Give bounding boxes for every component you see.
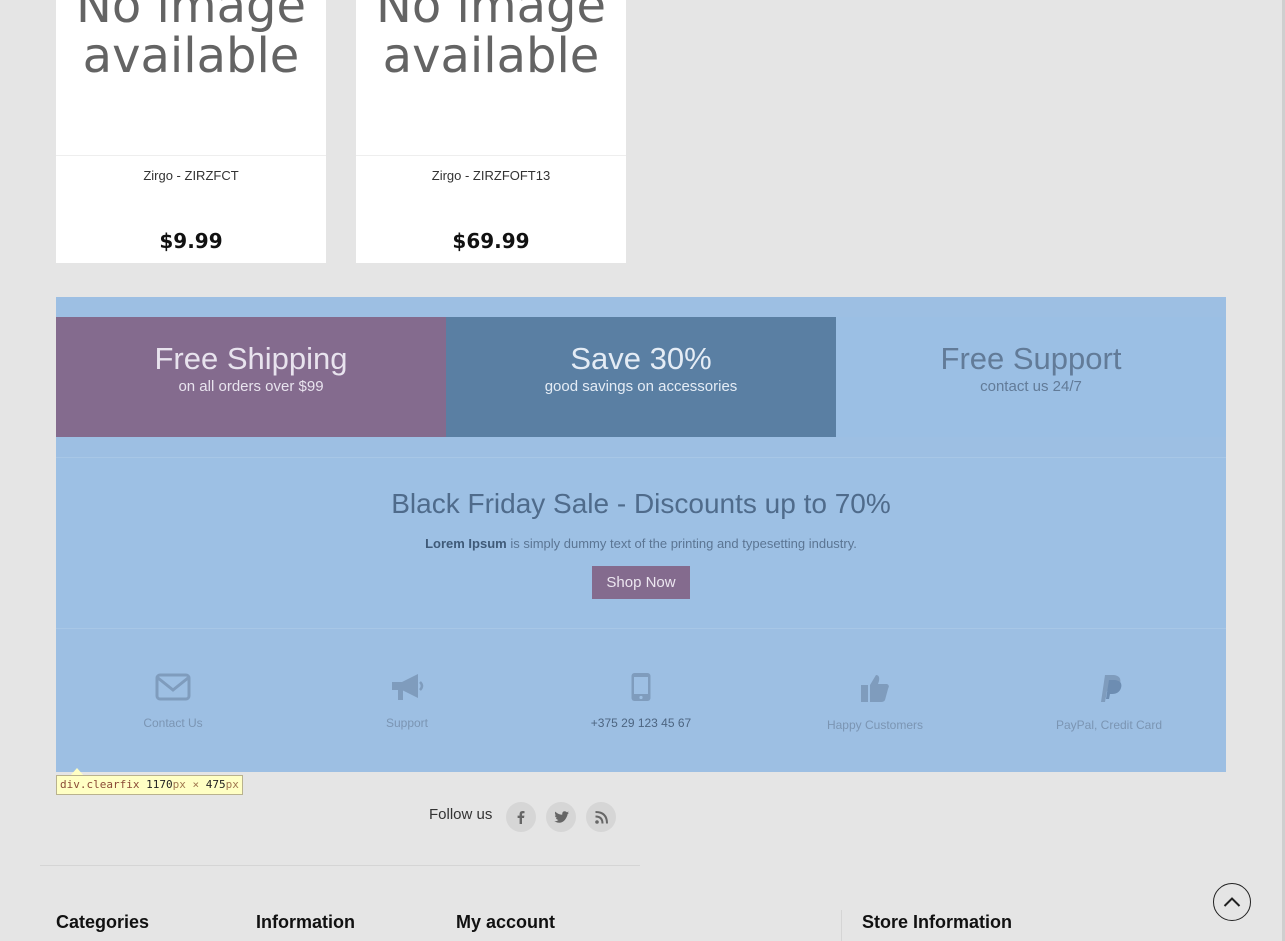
feature-happy-customers[interactable]: Happy Customers [758, 672, 992, 732]
product-image-placeholder[interactable]: No image available [56, 0, 326, 81]
paypal-icon [1101, 675, 1122, 702]
card-divider [56, 155, 326, 156]
feature-label: Support [385, 716, 429, 730]
feature-label: +375 29 123 45 67 [590, 716, 692, 730]
banner-title: Free Shipping [154, 341, 348, 376]
free-support-banner[interactable]: Free Support contact us 24/7 [836, 317, 1226, 437]
envelope-icon [155, 673, 191, 701]
feature-payment[interactable]: PayPal, Credit Card [992, 672, 1226, 732]
facebook-link[interactable] [506, 802, 536, 832]
twitter-link[interactable] [546, 802, 576, 832]
feature-label: Contact Us [143, 716, 203, 730]
footer-column-divider [841, 910, 842, 941]
card-divider [356, 155, 626, 156]
banner-subtitle: contact us 24/7 [980, 378, 1082, 395]
product-price: $9.99 [159, 229, 223, 253]
product-card[interactable]: No image available Zirgo - ZIRZFOFT13 $6… [356, 0, 626, 263]
shop-now-button[interactable]: Shop Now [592, 566, 690, 599]
footer-heading-my-account: My account [456, 912, 556, 932]
product-card[interactable]: No image available Zirgo - ZIRZFCT $9.99 [56, 0, 326, 263]
banner-subtitle: on all orders over $99 [178, 378, 324, 395]
sale-block: Black Friday Sale - Discounts up to 70% … [56, 457, 1226, 629]
banner-title: Save 30% [570, 341, 712, 376]
footer-divider [40, 865, 640, 866]
sale-title: Black Friday Sale - Discounts up to 70% [391, 488, 891, 519]
twitter-icon [553, 810, 569, 823]
footer-heading-information: Information [256, 912, 355, 932]
inspector-tooltip: div.clearfix 1170px × 475px [56, 775, 243, 795]
scroll-to-top-button[interactable] [1213, 883, 1251, 921]
mobile-phone-icon [631, 673, 651, 701]
product-name[interactable]: Zirgo - ZIRZFOFT13 [356, 168, 626, 183]
footer-heading-store-information: Store Information [862, 912, 1013, 932]
feature-label: Happy Customers [826, 718, 924, 732]
follow-us-label: Follow us [429, 806, 493, 823]
feature-support[interactable]: Support [290, 672, 524, 730]
banner-title: Free Support [940, 341, 1122, 376]
product-price: $69.99 [452, 229, 530, 253]
thumbs-up-icon [861, 675, 889, 702]
facebook-icon [517, 811, 525, 824]
rss-link[interactable] [586, 802, 616, 832]
sale-description-bold: Lorem Ipsum [425, 536, 507, 551]
feature-contact-us[interactable]: Contact Us [56, 672, 290, 730]
sale-description: Lorem Ipsum is simply dummy text of the … [56, 536, 1226, 551]
save-30-banner[interactable]: Save 30% good savings on accessories [446, 317, 836, 437]
product-name[interactable]: Zirgo - ZIRZFCT [56, 168, 326, 183]
feature-label: PayPal, Credit Card [1055, 718, 1163, 732]
free-shipping-banner[interactable]: Free Shipping on all orders over $99 [56, 317, 446, 437]
rss-icon [594, 810, 608, 824]
feature-phone[interactable]: +375 29 123 45 67 [524, 672, 758, 730]
megaphone-icon [392, 674, 424, 700]
footer-heading-categories: Categories [56, 912, 150, 932]
chevron-up-icon [1223, 897, 1241, 907]
product-image-placeholder[interactable]: No image available [356, 0, 626, 81]
promo-section: Free Shipping on all orders over $99 Sav… [56, 297, 1226, 772]
sale-description-rest: is simply dummy text of the printing and… [506, 536, 857, 551]
banner-subtitle: good savings on accessories [544, 378, 738, 395]
